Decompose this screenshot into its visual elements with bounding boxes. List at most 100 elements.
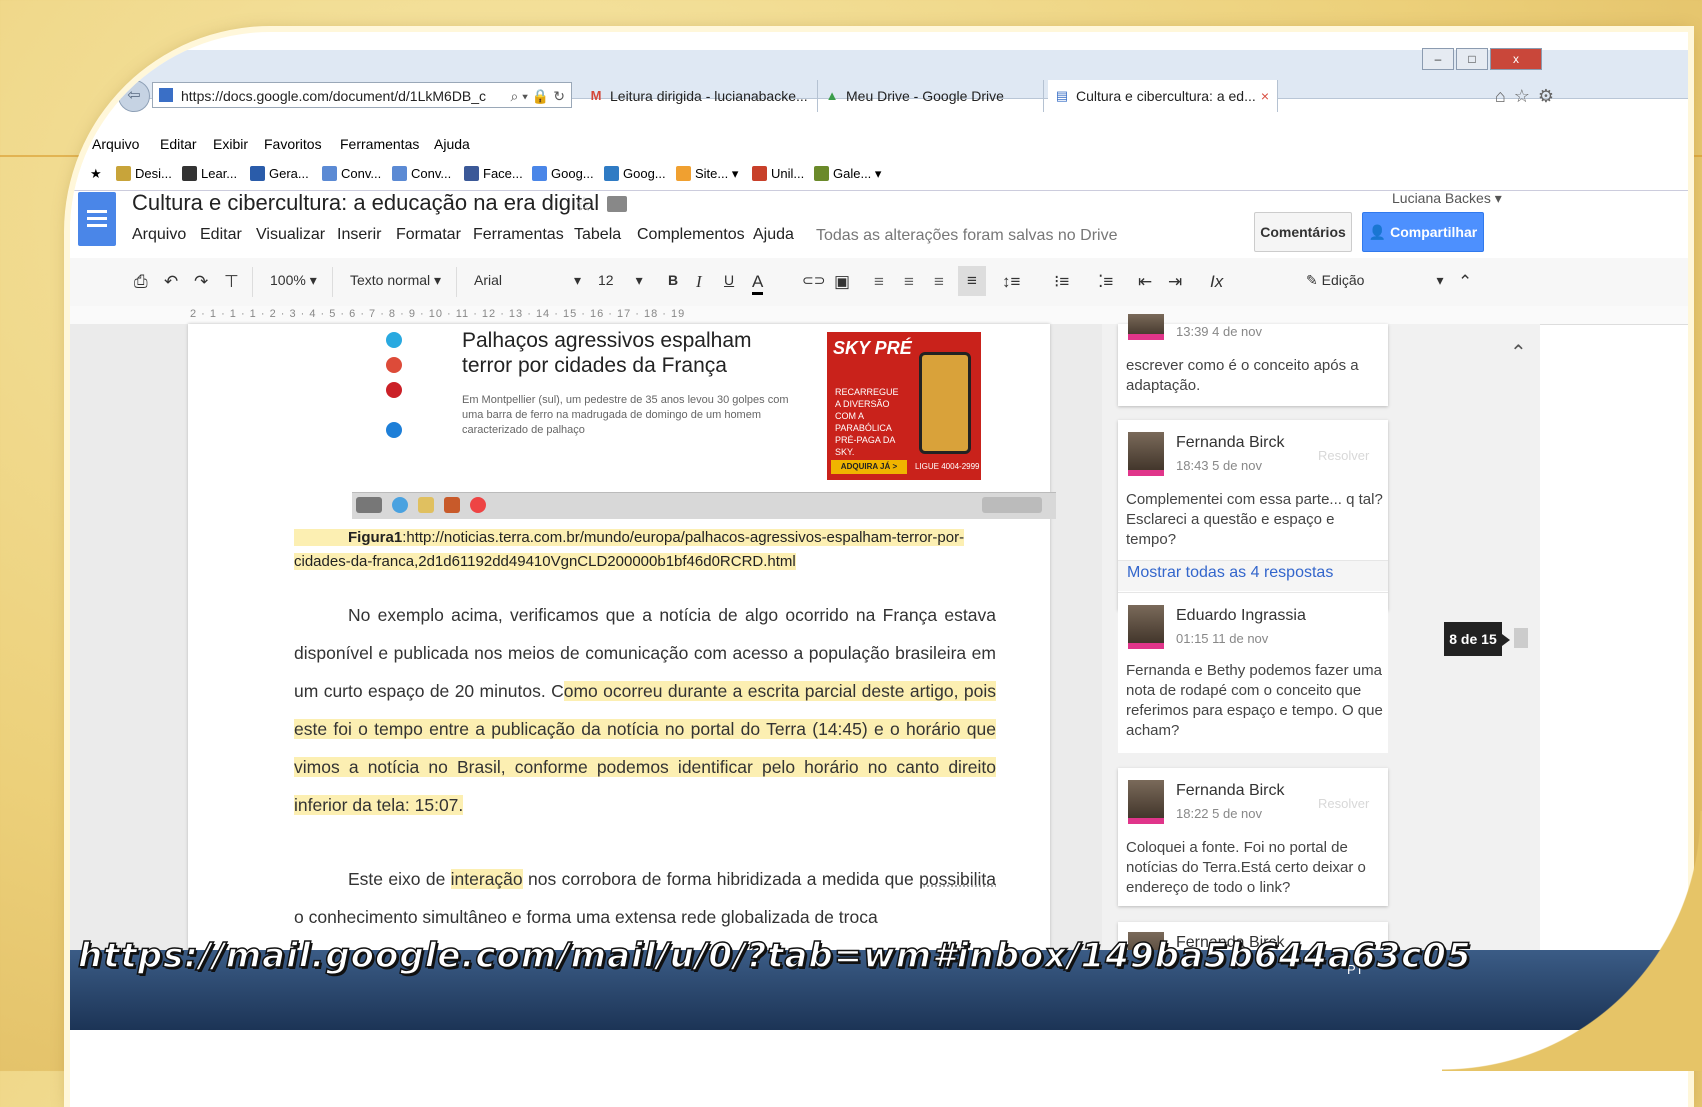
comments-button[interactable]: Comentários bbox=[1254, 212, 1352, 252]
editing-mode-select[interactable]: ✎ Edição ▾ bbox=[1306, 272, 1443, 289]
align-right-icon[interactable]: ≡ bbox=[934, 272, 944, 292]
avatar bbox=[1128, 780, 1164, 824]
resolve-button[interactable]: Resolver bbox=[1318, 796, 1369, 811]
line-spacing-icon[interactable]: ↕≡ bbox=[1002, 272, 1020, 292]
clear-formatting-icon[interactable]: Ix bbox=[1210, 272, 1223, 292]
pencil-icon: ✎ bbox=[1306, 272, 1322, 288]
menu-exibir[interactable]: Exibir bbox=[213, 136, 248, 152]
back-arrow-icon[interactable]: ⇦ bbox=[118, 80, 150, 112]
docs-menu-ajuda[interactable]: Ajuda bbox=[753, 226, 794, 244]
comment-card[interactable]: 13:39 4 de nov escrever como é o conceit… bbox=[1118, 314, 1388, 406]
zoom-select[interactable]: 100% ▾ bbox=[270, 272, 317, 289]
tab-meu-drive[interactable]: ▲ Meu Drive - Google Drive bbox=[818, 80, 1044, 112]
ruler[interactable]: 2 · 1 · 1 · 1 · 2 · 3 · 4 · 5 · 6 · 7 · … bbox=[70, 306, 1688, 325]
docs-menu-editar[interactable]: Editar bbox=[200, 226, 242, 244]
comment-thread[interactable]: Fernanda Birck 18:22 5 de nov Resolver C… bbox=[1118, 768, 1388, 906]
fav-item[interactable]: Site... ▾ bbox=[676, 166, 738, 182]
tab-leitura-dirigida[interactable]: M Leitura dirigida - lucianabacke... bbox=[582, 80, 818, 112]
link-icon[interactable]: ⊂⊃ bbox=[802, 272, 825, 289]
scrollbar-thumb[interactable] bbox=[1514, 628, 1528, 648]
divider bbox=[456, 267, 457, 297]
bulleted-list-icon[interactable]: ⁚≡ bbox=[1098, 272, 1113, 292]
docs-menu-tabela[interactable]: Tabela bbox=[574, 226, 621, 244]
avatar bbox=[1128, 605, 1164, 649]
italic-icon[interactable]: I bbox=[696, 272, 702, 292]
fav-item[interactable]: Gera... bbox=[250, 166, 309, 181]
google-plus-icon bbox=[386, 357, 402, 373]
embedded-taskbar bbox=[352, 492, 1056, 519]
chevron-up-icon[interactable]: ⌃ bbox=[1510, 340, 1527, 365]
comment-reply[interactable]: Eduardo Ingrassia 01:15 11 de nov Fernan… bbox=[1118, 592, 1388, 753]
docs-toolbar: ⎙ ↶ ↷ ⊤ 100% ▾ Texto normal ▾ Arial ▾ 12 ▾… bbox=[70, 258, 1688, 307]
search-lock-refresh-icons[interactable]: ⌕ ▾ 🔒 ↻ bbox=[510, 83, 565, 107]
fav-item[interactable]: Desi... bbox=[116, 166, 172, 181]
docs-menu-visualizar[interactable]: Visualizar bbox=[256, 226, 325, 244]
folder-icon[interactable] bbox=[607, 196, 627, 212]
window-controls: – □ x bbox=[1422, 48, 1542, 70]
ad-logo: SKY PRÉ bbox=[833, 338, 912, 358]
align-left-icon[interactable]: ≡ bbox=[874, 272, 884, 292]
docs-menu-arquivo[interactable]: Arquivo bbox=[132, 226, 186, 244]
menu-editar[interactable]: Editar bbox=[160, 136, 197, 152]
address-bar[interactable]: https://docs.google.com/document/d/1LkM6… bbox=[152, 82, 572, 108]
align-center-icon[interactable]: ≡ bbox=[904, 272, 914, 292]
fav-item[interactable]: Conv... bbox=[322, 166, 381, 181]
favorites-star-icon[interactable]: ★ bbox=[90, 166, 102, 182]
avatar bbox=[1128, 314, 1164, 340]
ad-button: ADQUIRA JÁ > bbox=[831, 460, 907, 474]
maximize-button[interactable]: □ bbox=[1456, 48, 1488, 70]
fav-item[interactable]: Unil... bbox=[752, 166, 804, 181]
font-select[interactable]: Arial ▾ bbox=[474, 272, 581, 289]
body-paragraph-1[interactable]: No exemplo acima, verificamos que a notí… bbox=[294, 596, 996, 824]
redo-icon[interactable]: ↷ bbox=[194, 272, 208, 292]
show-all-replies-link[interactable]: Mostrar todas as 4 respostas bbox=[1127, 564, 1333, 582]
tab-close-icon[interactable]: × bbox=[1261, 80, 1269, 112]
justify-icon[interactable]: ≡ bbox=[958, 266, 986, 296]
share-button[interactable]: 👤 Compartilhar bbox=[1362, 212, 1484, 252]
docs-home-icon[interactable] bbox=[78, 192, 116, 246]
comment-icon[interactable]: ▣ bbox=[834, 272, 850, 292]
menu-ajuda[interactable]: Ajuda bbox=[434, 136, 470, 152]
fav-item[interactable]: Gale... ▾ bbox=[814, 166, 881, 182]
fav-item[interactable]: Goog... bbox=[532, 166, 594, 181]
ad-phone-line: LIGUE 4004-2999 bbox=[915, 462, 980, 471]
menu-arquivo[interactable]: Arquivo bbox=[92, 136, 139, 152]
home-star-gear-icons[interactable]: ⌂☆⚙ bbox=[1495, 86, 1562, 107]
tab-label: Leitura dirigida - lucianabacke... bbox=[610, 88, 808, 104]
paint-format-icon[interactable]: ⊤ bbox=[224, 272, 239, 292]
text-color-icon[interactable]: A bbox=[752, 272, 764, 295]
print-icon[interactable]: ⎙ bbox=[134, 272, 148, 292]
fav-item[interactable]: Goog... bbox=[604, 166, 666, 181]
user-account[interactable]: Luciana Backes ▾ bbox=[1392, 190, 1502, 207]
drive-icon: ▲ bbox=[825, 88, 839, 103]
decrease-indent-icon[interactable]: ⇤ bbox=[1138, 272, 1152, 292]
fav-item[interactable]: Conv... bbox=[392, 166, 451, 181]
body-paragraph-2[interactable]: Este eixo de interação nos corrobora de … bbox=[294, 860, 996, 936]
underline-icon[interactable]: U bbox=[724, 272, 734, 288]
underlined-word: possibilita bbox=[919, 869, 996, 889]
tab-cultura-cibercultura[interactable]: ▤ Cultura e cibercultura: a ed... × bbox=[1048, 80, 1278, 112]
close-window-button[interactable]: x bbox=[1490, 48, 1542, 70]
undo-icon[interactable]: ↶ bbox=[164, 272, 178, 292]
increase-indent-icon[interactable]: ⇥ bbox=[1168, 272, 1182, 292]
save-status: Todas as alterações foram salvas no Driv… bbox=[816, 227, 1118, 244]
menu-ferramentas[interactable]: Ferramentas bbox=[340, 136, 419, 152]
document-title[interactable]: Cultura e cibercultura: a educação na er… bbox=[132, 190, 599, 216]
minimize-button[interactable]: – bbox=[1422, 48, 1454, 70]
avatar bbox=[1128, 432, 1164, 476]
menu-favoritos[interactable]: Favoritos bbox=[264, 136, 322, 152]
docs-menu-inserir[interactable]: Inserir bbox=[337, 226, 381, 244]
docs-menu-formatar[interactable]: Formatar bbox=[396, 226, 461, 244]
resolve-button[interactable]: Resolver bbox=[1318, 448, 1369, 463]
style-select[interactable]: Texto normal ▾ bbox=[350, 272, 441, 289]
numbered-list-icon[interactable]: ⁝≡ bbox=[1054, 272, 1069, 292]
size-select[interactable]: 12 ▾ bbox=[598, 272, 643, 289]
fav-item[interactable]: Lear... bbox=[182, 166, 237, 181]
bold-icon[interactable]: B bbox=[668, 272, 678, 288]
docs-menu-complementos[interactable]: Complementos bbox=[637, 226, 745, 244]
docs-menu-ferramentas[interactable]: Ferramentas bbox=[473, 226, 564, 244]
star-icon[interactable]: ☆ bbox=[575, 192, 593, 217]
caption-label: Figura1 bbox=[348, 529, 403, 546]
fav-item[interactable]: Face... bbox=[464, 166, 523, 181]
collapse-icon[interactable]: ⌃ bbox=[1458, 272, 1472, 292]
